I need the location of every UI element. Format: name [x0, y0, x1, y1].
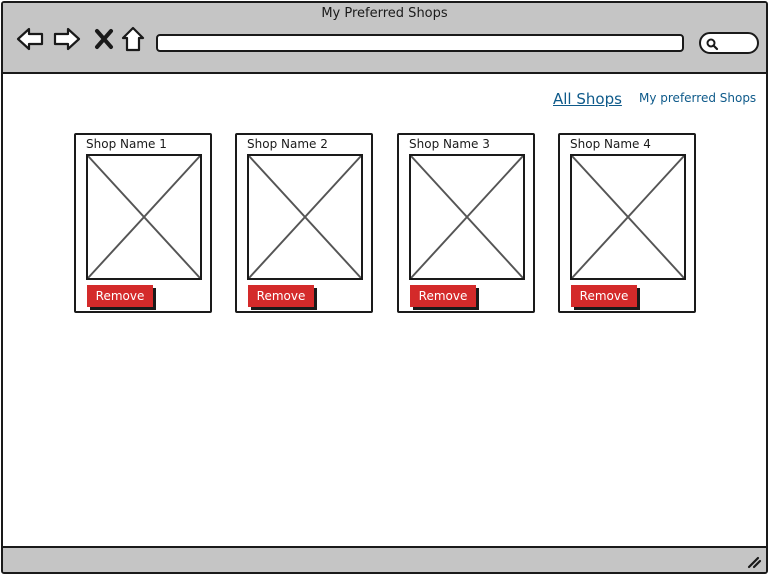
remove-button[interactable]: Remove	[87, 285, 153, 307]
browser-window: My Preferred Shops All Shops My preferre…	[1, 1, 768, 574]
preferred-shops-link[interactable]: My preferred Shops	[639, 91, 756, 105]
close-icon[interactable]	[89, 24, 119, 54]
shop-card: Shop Name 1 Remove	[74, 133, 212, 313]
back-arrow-icon[interactable]	[15, 24, 45, 54]
window-title: My Preferred Shops	[321, 6, 448, 21]
remove-button[interactable]: Remove	[248, 285, 314, 307]
remove-button[interactable]: Remove	[410, 285, 476, 307]
shop-image-placeholder	[409, 154, 525, 280]
search-input[interactable]	[699, 32, 759, 54]
shop-card: Shop Name 4 Remove	[558, 133, 696, 313]
title-bar: My Preferred Shops	[3, 3, 766, 74]
remove-button[interactable]: Remove	[571, 285, 637, 307]
shop-name: Shop Name 4	[570, 137, 651, 151]
address-bar[interactable]	[156, 34, 684, 52]
shop-image-placeholder	[86, 154, 202, 280]
shop-name: Shop Name 2	[247, 137, 328, 151]
shop-image-placeholder	[570, 154, 686, 280]
shop-name: Shop Name 1	[86, 137, 167, 151]
shop-card: Shop Name 3 Remove	[397, 133, 535, 313]
status-bar	[3, 546, 766, 572]
resize-grip-icon[interactable]	[746, 553, 762, 569]
all-shops-link[interactable]: All Shops	[553, 90, 622, 108]
shop-image-placeholder	[247, 154, 363, 280]
shop-name: Shop Name 3	[409, 137, 490, 151]
search-icon	[705, 36, 719, 51]
shop-card: Shop Name 2 Remove	[235, 133, 373, 313]
forward-arrow-icon[interactable]	[52, 24, 82, 54]
home-icon[interactable]	[118, 24, 148, 54]
